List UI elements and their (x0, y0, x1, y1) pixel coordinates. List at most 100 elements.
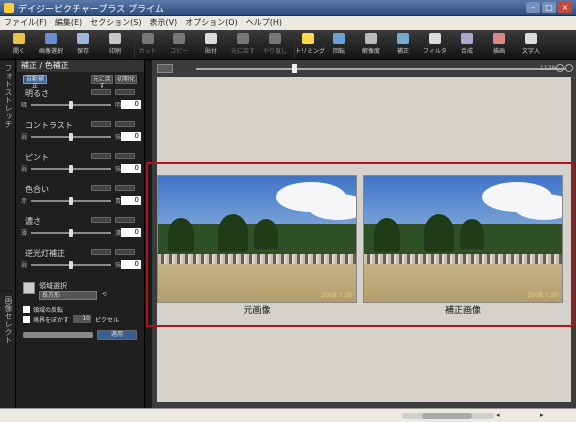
param-value-4[interactable]: 0 (121, 228, 141, 237)
param-slider-1[interactable] (31, 133, 111, 141)
toolbar-button-5[interactable]: コピー (166, 32, 192, 58)
param-mini-button-0-1[interactable] (115, 89, 135, 95)
param-thumb-4[interactable] (69, 229, 73, 237)
zoom-track (196, 68, 566, 70)
toolbar-button-8[interactable]: やり直し (262, 32, 288, 58)
param-mini-button-5-0[interactable] (91, 249, 111, 255)
fit-icon[interactable] (157, 64, 173, 73)
toolbar-label-10: 回転 (332, 48, 345, 55)
toolbar-label-15: 描画 (492, 48, 505, 55)
menu-view[interactable]: 表示(V) (149, 16, 177, 30)
param-label-5: 逆光灯補正 (25, 249, 65, 258)
menu-options[interactable]: オプション(O) (185, 16, 238, 30)
scrollbar-grip[interactable] (422, 413, 472, 419)
toolbar-icon-6 (205, 33, 217, 44)
toolbar-icon-0 (13, 33, 25, 44)
highlight-frame (146, 162, 574, 327)
toolbar-button-13[interactable]: フィルタ (422, 32, 448, 58)
param-mini-button-1-0[interactable] (91, 121, 111, 127)
next-arrow-icon[interactable]: ▸ (540, 411, 544, 419)
prev-arrow-icon[interactable]: ◂ (496, 411, 500, 419)
param-thumb-1[interactable] (69, 133, 73, 141)
status-bar: ◂ ▸ (0, 408, 576, 422)
toolbar-icon-8 (269, 33, 281, 44)
app-icon (4, 3, 14, 13)
toolbar-button-16[interactable]: 文字入 (518, 32, 544, 58)
close-button[interactable]: × (558, 2, 572, 13)
param-slider-3[interactable] (31, 197, 111, 205)
invert-checkbox[interactable] (23, 306, 30, 313)
blur-edge-label: 境界をぼかす (33, 317, 70, 324)
app-window: デイジーピクチャープラス プライム – □ × ファイル(F) 編集(E) セク… (0, 0, 576, 422)
param-value-5[interactable]: 0 (121, 260, 141, 269)
tab-image-select[interactable]: 画像セレクト (0, 292, 16, 408)
param-mini-button-3-1[interactable] (115, 185, 135, 191)
toolbar-button-14[interactable]: 合成 (454, 32, 480, 58)
param-mini-button-2-1[interactable] (115, 153, 135, 159)
toolbar-button-9[interactable]: トリミング (294, 32, 325, 58)
tab-photo-stretch[interactable]: フォトストレッチ (0, 60, 16, 290)
minimize-button[interactable]: – (526, 2, 540, 13)
maximize-button[interactable]: □ (542, 2, 556, 13)
title-bar: デイジーピクチャープラス プライム – □ × (0, 0, 576, 16)
toolbar-label-7: 元に戻す (230, 48, 255, 55)
param-slider-2[interactable] (31, 165, 111, 173)
param-thumb-5[interactable] (69, 261, 73, 269)
reset-button[interactable]: 初期化 (115, 75, 137, 84)
param-mini-button-4-0[interactable] (91, 217, 111, 223)
toolbar-button-6[interactable]: 貼付 (198, 32, 224, 58)
zoom-thumb[interactable] (292, 64, 297, 73)
param-mini-button-5-1[interactable] (115, 249, 135, 255)
toolbar-label-16: 文字入 (521, 48, 540, 55)
blur-unit-label: ピクセル (95, 317, 120, 324)
auto-correct-button[interactable]: 自動補正 (23, 75, 47, 90)
zoom-out-icon[interactable] (556, 64, 564, 72)
reset-region-icon[interactable]: ⟲ (102, 291, 118, 300)
undo-button[interactable]: 元に戻す (91, 75, 113, 90)
toolbar-label-3: 印刷 (108, 48, 121, 55)
toolbar-button-10[interactable]: 回転 (326, 32, 352, 58)
toolbar-icon-7 (237, 33, 249, 44)
toolbar-button-2[interactable]: 保存 (70, 32, 96, 58)
menu-edit[interactable]: 編集(E) (55, 16, 82, 30)
param-slider-4[interactable] (31, 229, 111, 237)
param-mini-button-3-0[interactable] (91, 185, 111, 191)
toolbar-button-1[interactable]: 画像選択 (38, 32, 64, 58)
param-min-label-2: 弱 (21, 166, 28, 173)
toolbar-icon-5 (173, 33, 185, 44)
param-slider-0[interactable] (31, 101, 111, 109)
shape-select[interactable]: 長方形 (39, 291, 97, 300)
param-thumb-3[interactable] (69, 197, 73, 205)
toolbar-icon-1 (45, 33, 57, 44)
param-value-2[interactable]: 0 (121, 164, 141, 173)
param-label-1: コントラスト (25, 121, 73, 130)
toolbar-button-7[interactable]: 元に戻す (230, 32, 256, 58)
menu-file[interactable]: ファイル(F) (4, 16, 47, 30)
zoom-slider[interactable] (182, 64, 576, 73)
param-thumb-0[interactable] (69, 101, 73, 109)
param-mini-button-4-1[interactable] (115, 217, 135, 223)
toolbar-button-3[interactable]: 印刷 (102, 32, 128, 58)
toolbar-button-0[interactable]: 開く (6, 32, 32, 58)
param-min-label-3: 赤 (21, 198, 28, 205)
horizontal-scrollbar[interactable] (402, 413, 494, 419)
zoom-in-icon[interactable] (565, 64, 573, 72)
blur-edge-checkbox[interactable] (23, 316, 30, 323)
apply-button[interactable]: 適用 (97, 330, 137, 340)
toolbar-button-15[interactable]: 描画 (486, 32, 512, 58)
param-slider-5[interactable] (31, 261, 111, 269)
toolbar-button-4[interactable]: カット (134, 32, 160, 58)
toolbar-button-11[interactable]: 解像度 (358, 32, 384, 58)
blur-value-field[interactable]: 10 (73, 315, 91, 323)
param-mini-button-1-1[interactable] (115, 121, 135, 127)
param-value-3[interactable]: 0 (121, 196, 141, 205)
param-label-4: 濃さ (25, 217, 41, 226)
toolbar-button-12[interactable]: 補正 (390, 32, 416, 58)
param-value-0[interactable]: 0 (121, 100, 141, 109)
param-value-1[interactable]: 0 (121, 132, 141, 141)
param-thumb-2[interactable] (69, 165, 73, 173)
menu-section[interactable]: セクション(S) (90, 16, 141, 30)
param-mini-button-2-0[interactable] (91, 153, 111, 159)
param-mini-button-0-0[interactable] (91, 89, 111, 95)
menu-help[interactable]: ヘルプ(H) (246, 16, 282, 30)
